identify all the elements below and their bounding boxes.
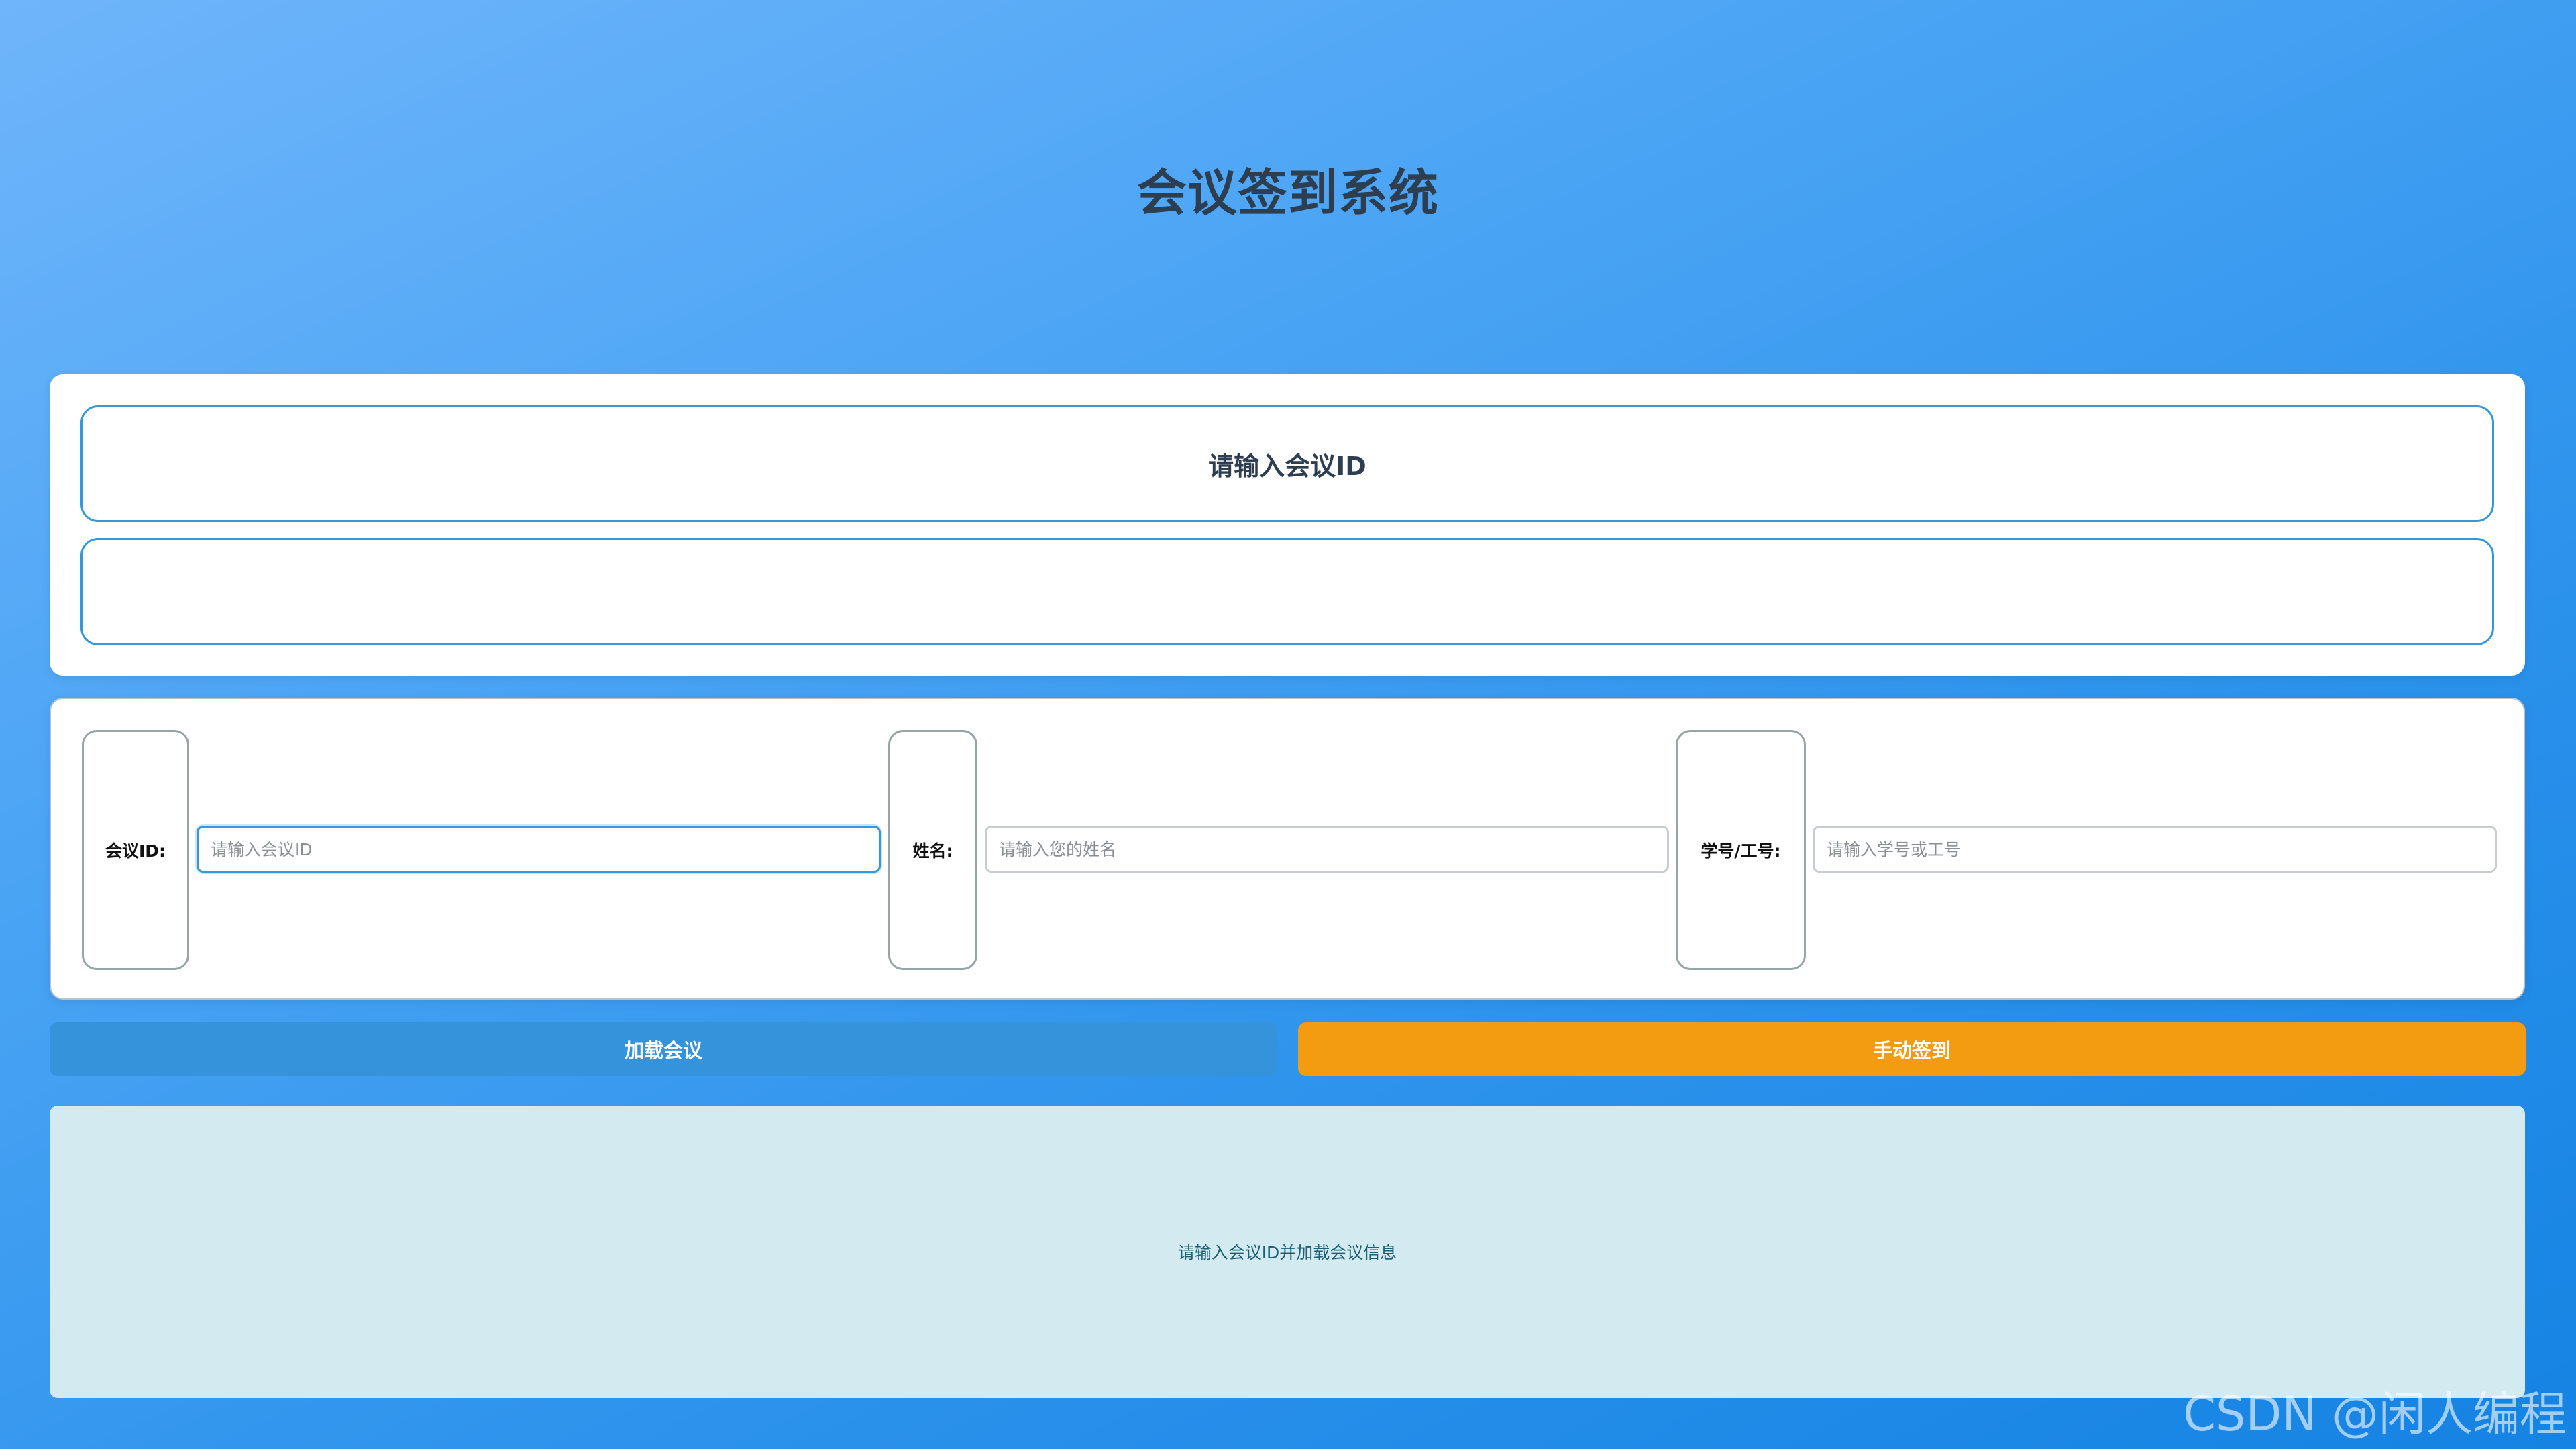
staff-id-label: 学号/工号: <box>1676 730 1806 970</box>
name-label: 姓名: <box>888 730 977 970</box>
meeting-info <box>80 538 2494 645</box>
status-text: 请输入会议ID并加载会议信息 <box>1177 1243 1397 1263</box>
meeting-card: 请输入会议ID <box>50 374 2525 676</box>
name-input[interactable] <box>985 826 1669 873</box>
staff-id-input[interactable] <box>1813 826 2497 873</box>
checkin-form: 会议ID: 姓名: 学号/工号: <box>50 698 2525 1000</box>
watermark: CSDN @闲人编程 <box>2183 1387 2567 1442</box>
load-meeting-button[interactable]: 加载会议 <box>50 1022 1277 1076</box>
page-title: 会议签到系统 <box>1137 164 1439 222</box>
meeting-title: 请输入会议ID <box>80 405 2494 522</box>
status-message: 请输入会议ID并加载会议信息 <box>50 1106 2525 1398</box>
meeting-id-label: 会议ID: <box>82 730 189 970</box>
meeting-id-input[interactable] <box>197 826 881 873</box>
manual-checkin-button[interactable]: 手动签到 <box>1298 1022 2526 1076</box>
